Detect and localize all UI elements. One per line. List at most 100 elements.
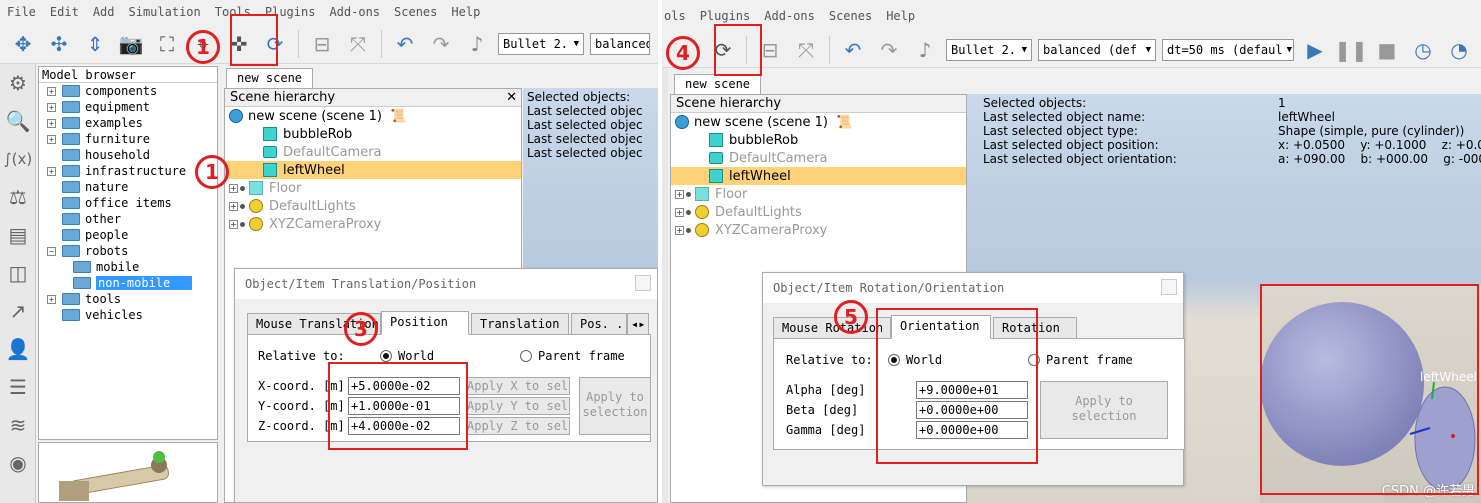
simulation-settings-icon[interactable]: ⚙ bbox=[0, 64, 36, 102]
accuracy-select[interactable]: balanced bbox=[590, 32, 650, 55]
apply-y-button[interactable]: Apply Y to sel. bbox=[466, 397, 570, 415]
calculation-module-icon[interactable]: 🔍 bbox=[0, 102, 36, 140]
transfer-dna-icon[interactable]: ⤧ bbox=[343, 29, 373, 59]
parent-frame-radio[interactable] bbox=[520, 350, 532, 362]
model-browser-item[interactable]: office items bbox=[39, 195, 217, 211]
hierarchy-item-defaultlights[interactable]: + DefaultLights bbox=[671, 203, 966, 221]
script-icon[interactable]: 📜 bbox=[390, 109, 406, 124]
video-recorder-icon[interactable]: ◉ bbox=[0, 444, 36, 482]
object-cube-icon[interactable]: ◫ bbox=[0, 254, 36, 292]
expand-icon[interactable]: + bbox=[47, 86, 56, 96]
apply-x-button[interactable]: Apply X to sel. bbox=[466, 377, 570, 395]
expand-icon[interactable]: + bbox=[675, 225, 684, 235]
expand-icon[interactable]: + bbox=[229, 219, 238, 229]
tab-mouse-rotation[interactable]: Mouse Rotation bbox=[773, 317, 891, 339]
menu-help[interactable]: Help bbox=[879, 9, 922, 23]
timestep-select[interactable]: dt=50 ms (defaul ▼ bbox=[1162, 38, 1294, 61]
shapes-icon[interactable]: ⚖ bbox=[0, 178, 36, 216]
model-browser-item[interactable]: other bbox=[39, 211, 217, 227]
camera-shift-icon[interactable]: ⇕ bbox=[80, 29, 110, 59]
path-icon[interactable]: ↗ bbox=[0, 292, 36, 330]
physics-engine-select[interactable]: Bullet 2. ▼ bbox=[498, 32, 584, 55]
hierarchy-item-leftwheel[interactable]: leftWheel bbox=[671, 167, 966, 185]
stop-icon[interactable]: ■ bbox=[1372, 35, 1402, 65]
close-icon[interactable] bbox=[1161, 279, 1177, 295]
assemble-icon[interactable]: ⊟ bbox=[307, 29, 337, 59]
model-browser-item[interactable]: + equipment bbox=[39, 99, 217, 115]
menu-addons[interactable]: Add-ons bbox=[757, 9, 822, 23]
scripts-icon[interactable]: ▤ bbox=[0, 216, 36, 254]
undo-icon[interactable]: ↶ bbox=[390, 29, 420, 59]
physics-engine-select[interactable]: Bullet 2. ▼ bbox=[946, 38, 1032, 61]
tab-position[interactable]: Position bbox=[381, 311, 469, 335]
tab-new-scene[interactable]: new scene bbox=[226, 68, 314, 88]
camera-icon[interactable]: 📷 bbox=[116, 29, 146, 59]
tab-pos-more[interactable]: Pos. ... bbox=[571, 313, 627, 335]
model-browser-item[interactable]: household bbox=[39, 147, 217, 163]
menu-scenes[interactable]: Scenes bbox=[387, 5, 444, 19]
layers-icon[interactable]: ≋ bbox=[0, 406, 36, 444]
expand-icon[interactable]: + bbox=[47, 294, 56, 304]
tab-orientation[interactable]: Orientation bbox=[891, 315, 991, 339]
model-browser-item[interactable]: + tools bbox=[39, 291, 217, 307]
model-browser-item[interactable]: + examples bbox=[39, 115, 217, 131]
undo-icon[interactable]: ↶ bbox=[838, 35, 868, 65]
hierarchy-item-defaultcamera[interactable]: DefaultCamera bbox=[225, 143, 521, 161]
hierarchy-item-bubblerob[interactable]: bubbleRob bbox=[671, 131, 966, 149]
expand-icon[interactable]: + bbox=[47, 166, 56, 176]
menu-plugins[interactable]: Plugins bbox=[693, 9, 758, 23]
engine-settings-icon[interactable]: ♪ bbox=[910, 35, 940, 65]
expand-icon[interactable]: + bbox=[675, 189, 684, 199]
close-icon[interactable] bbox=[635, 275, 651, 291]
expand-icon[interactable]: − bbox=[47, 246, 56, 256]
model-browser-item[interactable]: + infrastructure bbox=[39, 163, 217, 179]
function-icon[interactable]: ∫(x) bbox=[0, 140, 36, 178]
menu-simulation[interactable]: Simulation bbox=[122, 5, 208, 19]
expand-icon[interactable]: + bbox=[229, 201, 238, 211]
engine-settings-icon[interactable]: ♪ bbox=[462, 29, 492, 59]
tab-scroll-arrows[interactable]: ◂▸ bbox=[627, 313, 649, 335]
redo-icon[interactable]: ↷ bbox=[426, 29, 456, 59]
speed-icon[interactable]: ◔ bbox=[1444, 35, 1474, 65]
tab-new-scene[interactable]: new scene bbox=[674, 74, 762, 94]
menu-add[interactable]: Add bbox=[86, 5, 122, 19]
hierarchy-item-defaultcamera[interactable]: DefaultCamera bbox=[671, 149, 966, 167]
model-browser-item[interactable]: mobile bbox=[39, 259, 217, 275]
hierarchy-root[interactable]: new scene (scene 1) 📜 bbox=[225, 107, 521, 125]
expand-icon[interactable]: + bbox=[47, 134, 56, 144]
hierarchy-item-xyzcameraproxy[interactable]: + XYZCameraProxy bbox=[671, 221, 966, 239]
pause-icon[interactable]: ❚❚ bbox=[1334, 35, 1368, 65]
menu-tools[interactable]: ols bbox=[662, 9, 693, 23]
hierarchy-item-defaultlights[interactable]: + DefaultLights bbox=[225, 197, 521, 215]
model-browser-item[interactable]: vehicles bbox=[39, 307, 217, 323]
apply-to-selection-button[interactable]: Apply to selection bbox=[1040, 381, 1168, 439]
expand-icon[interactable]: + bbox=[229, 183, 238, 193]
menu-scenes[interactable]: Scenes bbox=[822, 9, 879, 23]
expand-icon[interactable]: + bbox=[47, 102, 56, 112]
menu-edit[interactable]: Edit bbox=[43, 5, 86, 19]
menu-addons[interactable]: Add-ons bbox=[322, 5, 387, 19]
accuracy-select[interactable]: balanced (def ▼ bbox=[1038, 38, 1156, 61]
apply-z-button[interactable]: Apply Z to sel. bbox=[466, 417, 570, 435]
script-icon[interactable]: 📜 bbox=[836, 115, 852, 130]
transfer-dna-icon[interactable]: ⤧ bbox=[791, 35, 821, 65]
model-browser-toggle-icon[interactable]: 👤 bbox=[0, 330, 36, 368]
model-browser-item[interactable]: + components bbox=[39, 83, 217, 99]
redo-icon[interactable]: ↷ bbox=[874, 35, 904, 65]
tab-translation[interactable]: Translation bbox=[471, 313, 569, 335]
hierarchy-item-floor[interactable]: + Floor bbox=[671, 185, 966, 203]
hierarchy-item-floor[interactable]: + Floor bbox=[225, 179, 521, 197]
model-browser-item[interactable]: non-mobile bbox=[39, 275, 217, 291]
play-icon[interactable]: ▶ bbox=[1300, 35, 1330, 65]
hierarchy-item-leftwheel[interactable]: leftWheel bbox=[225, 161, 521, 179]
menu-help[interactable]: Help bbox=[444, 5, 487, 19]
scene-hierarchy-toggle-icon[interactable]: ☰ bbox=[0, 368, 36, 406]
model-browser-item[interactable]: nature bbox=[39, 179, 217, 195]
model-browser-item[interactable]: − robots bbox=[39, 243, 217, 259]
expand-icon[interactable]: + bbox=[47, 118, 56, 128]
world-radio[interactable] bbox=[380, 350, 392, 362]
apply-to-selection-button[interactable]: Apply to selection bbox=[579, 377, 651, 435]
model-browser-item[interactable]: + furniture bbox=[39, 131, 217, 147]
camera-pan-icon[interactable]: ✥ bbox=[8, 29, 38, 59]
realtime-clock-icon[interactable]: ◷ bbox=[1408, 35, 1438, 65]
